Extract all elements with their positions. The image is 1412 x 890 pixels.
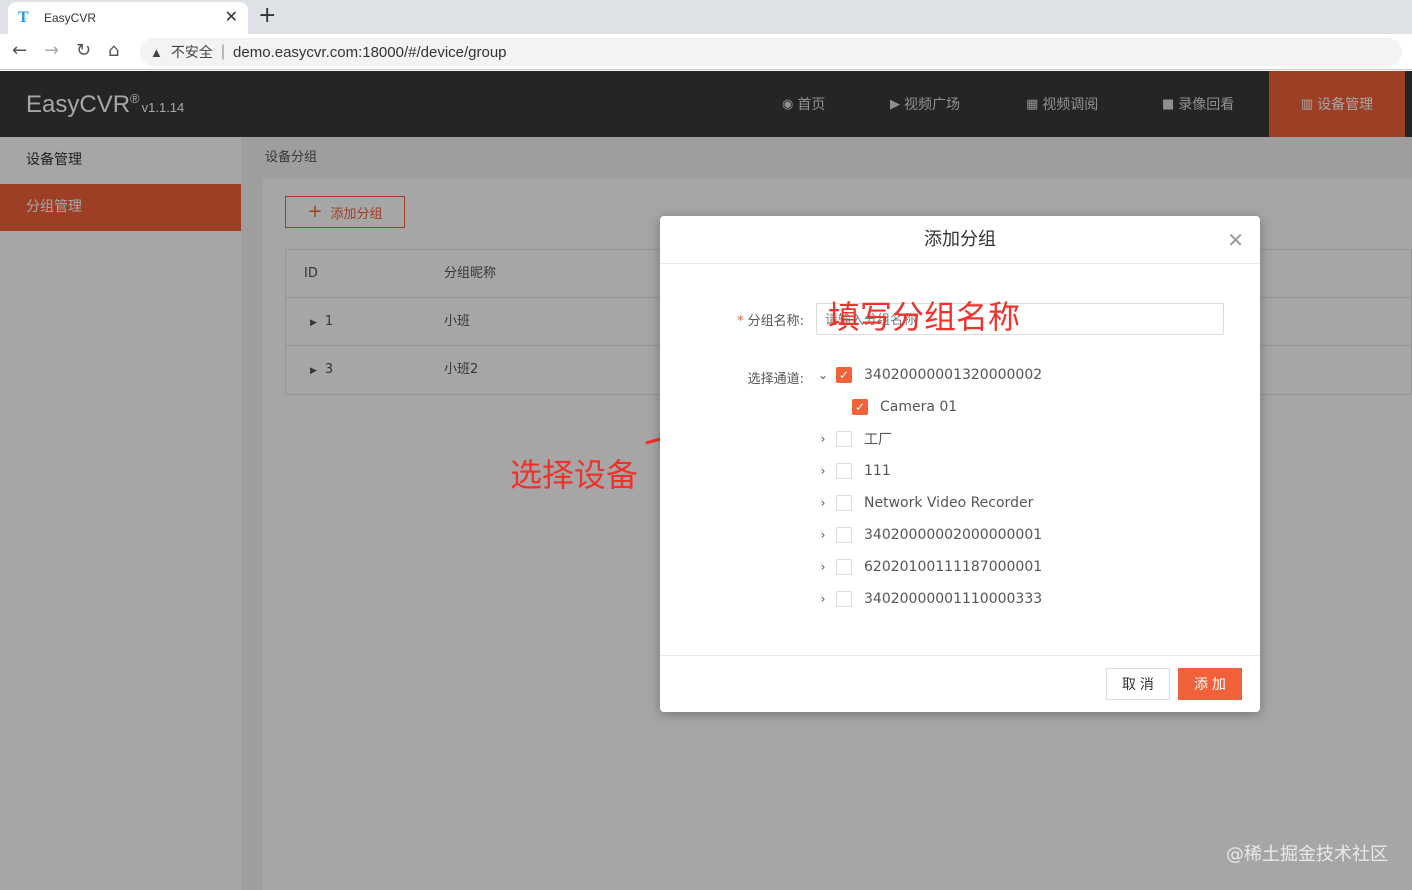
checkbox[interactable] — [836, 431, 852, 447]
checkbox[interactable] — [836, 463, 852, 479]
dialog-title: 添加分组 — [924, 229, 996, 250]
tree-node-label: Camera 01 — [880, 399, 958, 415]
dialog-footer: 取 消 添 加 — [660, 655, 1260, 712]
tree-node-label: 34020000001110000333 — [864, 591, 1043, 607]
chevron-down-icon[interactable]: ⌄ — [816, 368, 830, 382]
warning-icon: ▲ — [150, 44, 163, 60]
tree-node[interactable]: › 62020100111187000001 — [816, 555, 1042, 579]
checkbox-checked[interactable]: ✓ — [836, 367, 852, 383]
group-name-label-text: 分组名称: — [747, 314, 804, 329]
url-text: demo.easycvr.com:18000/#/device/group — [233, 43, 507, 61]
tree-node[interactable]: › Network Video Recorder — [816, 491, 1033, 515]
group-name-label: * 分组名称: — [737, 314, 804, 329]
tree-node-label: 111 — [864, 463, 891, 479]
chevron-right-icon[interactable]: › — [816, 528, 830, 542]
tree-node-label: 62020100111187000001 — [864, 559, 1043, 575]
checkbox[interactable] — [836, 495, 852, 511]
tree-node-label: Network Video Recorder — [864, 495, 1034, 511]
chevron-right-icon[interactable]: › — [816, 432, 830, 446]
watermark: @稀土掘金技术社区 — [1226, 844, 1388, 865]
checkbox-checked[interactable]: ✓ — [852, 399, 868, 415]
tree-node[interactable]: › 工厂 — [816, 427, 892, 451]
address-bar: ← → ↻ ⌂ ▲ 不安全 | demo.easycvr.com:18000/#… — [0, 34, 1412, 70]
home-icon[interactable]: ⌂ — [108, 41, 119, 61]
tree-node-child[interactable]: ✓ Camera 01 — [852, 395, 957, 419]
tree-node[interactable]: › 34020000002000000001 — [816, 523, 1042, 547]
close-icon[interactable]: ✕ — [1227, 216, 1244, 264]
tree-node-label: 34020000001320000002 — [864, 367, 1043, 383]
cancel-button[interactable]: 取 消 — [1106, 668, 1170, 700]
back-icon[interactable]: ← — [12, 41, 27, 61]
chevron-right-icon[interactable]: › — [816, 560, 830, 574]
annotation-fill-name: 填写分组名称 — [828, 298, 1021, 336]
tree-node-label: 工厂 — [864, 432, 892, 448]
reload-icon[interactable]: ↻ — [76, 41, 91, 61]
tree-node[interactable]: ⌄ ✓ 34020000001320000002 — [816, 363, 1042, 387]
confirm-add-button[interactable]: 添 加 — [1178, 668, 1242, 700]
new-tab-icon[interactable]: + — [258, 5, 276, 27]
url-separator: | — [220, 43, 226, 60]
easycvr-logo-icon: T — [18, 9, 29, 26]
add-group-dialog: 添加分组 ✕ *分组名称: 填写分组名称 选择通道: ⌄ ✓ 340200000… — [660, 216, 1260, 712]
tree-node[interactable]: › 111 — [816, 459, 891, 483]
channel-label: 选择通道: — [747, 372, 804, 387]
dialog-header: 添加分组 ✕ — [660, 216, 1260, 264]
chevron-right-icon[interactable]: › — [816, 496, 830, 510]
url-field[interactable]: ▲ 不安全 | demo.easycvr.com:18000/#/device/… — [140, 38, 1402, 66]
chevron-right-icon[interactable]: › — [816, 464, 830, 478]
browser-tab-bar: T EasyCVR ✕ + — [0, 0, 1412, 34]
chevron-right-icon[interactable]: › — [816, 592, 830, 606]
forward-icon[interactable]: → — [44, 41, 59, 61]
annotation-select-device: 选择设备 — [510, 456, 639, 494]
checkbox[interactable] — [836, 527, 852, 543]
close-tab-icon[interactable]: ✕ — [225, 9, 238, 25]
insecure-label: 不安全 — [170, 44, 213, 60]
checkbox[interactable] — [836, 559, 852, 575]
tab-title: EasyCVR — [44, 11, 97, 25]
checkbox[interactable] — [836, 591, 852, 607]
tree-node-label: 34020000002000000001 — [864, 527, 1043, 543]
tree-node[interactable]: › 34020000001110000333 — [816, 587, 1042, 611]
browser-tab[interactable]: T EasyCVR ✕ — [8, 2, 248, 34]
